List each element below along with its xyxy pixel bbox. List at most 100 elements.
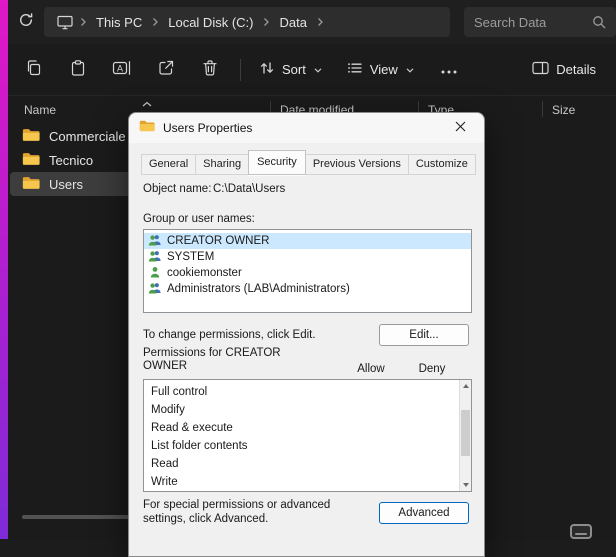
group-icon bbox=[148, 282, 162, 297]
edit-button[interactable]: Edit... bbox=[379, 324, 469, 346]
permission-item-full-control[interactable]: Full control bbox=[144, 383, 471, 401]
chevron-down-icon bbox=[405, 62, 415, 77]
file-name: Users bbox=[49, 177, 83, 192]
permission-item-read-execute[interactable]: Read & execute bbox=[144, 419, 471, 437]
search-icon bbox=[592, 15, 606, 29]
permission-name: Full control bbox=[151, 386, 207, 398]
copy-button[interactable] bbox=[16, 52, 52, 88]
column-divider[interactable] bbox=[542, 101, 543, 117]
user-icon bbox=[148, 266, 162, 281]
dialog-titlebar: Users Properties bbox=[129, 113, 484, 143]
group-icon bbox=[148, 234, 162, 249]
search-input[interactable]: Search Data bbox=[464, 7, 616, 37]
chevron-right-icon[interactable] bbox=[76, 17, 90, 27]
refresh-icon bbox=[18, 12, 34, 33]
folder-icon bbox=[22, 175, 40, 193]
object-name-value: C:\Data\Users bbox=[213, 183, 285, 195]
trash-icon bbox=[201, 59, 219, 80]
toolbar-divider bbox=[240, 59, 241, 81]
scroll-up-icon bbox=[463, 384, 469, 388]
breadcrumb-this-pc[interactable]: This PC bbox=[90, 15, 148, 30]
more-icon bbox=[441, 62, 457, 77]
permission-name: Read bbox=[151, 458, 179, 470]
user-item-creator-owner[interactable]: CREATOR OWNER bbox=[144, 233, 471, 249]
dialog-title: Users Properties bbox=[163, 121, 252, 135]
user-name: SYSTEM bbox=[167, 251, 214, 263]
column-header-name[interactable]: Name bbox=[24, 103, 56, 117]
horizontal-scrollbar[interactable] bbox=[22, 515, 134, 519]
details-label: Details bbox=[556, 62, 596, 77]
command-toolbar: A Sort View bbox=[8, 44, 616, 96]
permission-item-list-folder-contents[interactable]: List folder contents bbox=[144, 437, 471, 455]
copy-icon bbox=[25, 59, 43, 80]
tab-customize[interactable]: Customize bbox=[408, 154, 476, 175]
paste-icon bbox=[69, 59, 87, 80]
scrollbar-thumb bbox=[461, 410, 470, 456]
user-item-cookiemonster[interactable]: cookiemonster bbox=[144, 265, 471, 281]
permission-name: Write bbox=[151, 476, 178, 488]
view-icon bbox=[347, 60, 363, 79]
breadcrumb-local-disk-c[interactable]: Local Disk (C:) bbox=[162, 15, 259, 30]
rename-button[interactable]: A bbox=[104, 52, 140, 88]
permissions-list: Full control Modify Read & execute List … bbox=[143, 379, 472, 492]
close-button[interactable] bbox=[446, 116, 474, 140]
share-button[interactable] bbox=[148, 52, 184, 88]
user-item-administrators[interactable]: Administrators (LAB\Administrators) bbox=[144, 281, 471, 297]
user-name: CREATOR OWNER bbox=[167, 235, 269, 247]
tray-icon[interactable] bbox=[570, 524, 592, 539]
file-name: Tecnico bbox=[49, 153, 93, 168]
file-name: Commerciale bbox=[49, 129, 126, 144]
tab-general[interactable]: General bbox=[141, 154, 196, 175]
edit-hint-text: To change permissions, click Edit. bbox=[143, 329, 316, 341]
permission-name: Modify bbox=[151, 404, 185, 416]
deny-column-label: Deny bbox=[408, 363, 456, 375]
scroll-down-icon bbox=[463, 483, 469, 487]
chevron-right-icon[interactable] bbox=[313, 17, 327, 27]
tab-strip-divider bbox=[141, 174, 472, 175]
details-pane-icon bbox=[532, 61, 549, 78]
permission-item-read[interactable]: Read bbox=[144, 455, 471, 473]
sort-label: Sort bbox=[282, 62, 306, 77]
advanced-button[interactable]: Advanced bbox=[379, 502, 469, 524]
permissions-for-label: Permissions for CREATOR OWNER bbox=[143, 347, 293, 373]
sort-button[interactable]: Sort bbox=[251, 52, 331, 88]
tab-sharing[interactable]: Sharing bbox=[195, 154, 249, 175]
tab-security[interactable]: Security bbox=[248, 150, 306, 175]
delete-button[interactable] bbox=[192, 52, 228, 88]
paste-button[interactable] bbox=[60, 52, 96, 88]
search-placeholder: Search Data bbox=[474, 15, 546, 30]
details-button[interactable]: Details bbox=[524, 52, 604, 88]
folder-icon bbox=[139, 119, 155, 137]
view-button[interactable]: View bbox=[339, 52, 423, 88]
permission-item-modify[interactable]: Modify bbox=[144, 401, 471, 419]
group-icon bbox=[148, 250, 162, 265]
sort-ascending-icon bbox=[142, 96, 152, 110]
dialog-tabs: General Sharing Security Previous Versio… bbox=[141, 151, 472, 175]
column-header-size[interactable]: Size bbox=[552, 103, 575, 117]
refresh-button[interactable] bbox=[12, 8, 40, 36]
view-label: View bbox=[370, 62, 398, 77]
chevron-right-icon[interactable] bbox=[148, 17, 162, 27]
allow-column-label: Allow bbox=[347, 363, 395, 375]
tab-previous-versions[interactable]: Previous Versions bbox=[305, 154, 409, 175]
group-or-user-names-label: Group or user names: bbox=[143, 213, 255, 225]
user-name: cookiemonster bbox=[167, 267, 242, 279]
address-bar[interactable]: This PC Local Disk (C:) Data bbox=[44, 7, 450, 37]
group-user-list: CREATOR OWNER SYSTEM cookiemonster Admin… bbox=[143, 229, 472, 313]
chevron-down-icon bbox=[313, 62, 323, 77]
close-icon bbox=[455, 119, 466, 137]
folder-icon bbox=[22, 127, 40, 145]
svg-text:A: A bbox=[117, 63, 123, 73]
this-pc-icon bbox=[54, 15, 76, 30]
more-options-button[interactable] bbox=[431, 52, 467, 88]
permission-name: Read & execute bbox=[151, 422, 233, 434]
desktop-accent-strip bbox=[0, 0, 8, 539]
chevron-right-icon[interactable] bbox=[259, 17, 273, 27]
users-properties-dialog: Users Properties General Sharing Securit… bbox=[128, 112, 485, 557]
breadcrumb-data[interactable]: Data bbox=[273, 15, 312, 30]
permissions-scrollbar[interactable] bbox=[459, 380, 471, 491]
permission-item-write[interactable]: Write bbox=[144, 473, 471, 491]
folder-icon bbox=[22, 151, 40, 169]
sort-icon bbox=[259, 60, 275, 79]
user-item-system[interactable]: SYSTEM bbox=[144, 249, 471, 265]
